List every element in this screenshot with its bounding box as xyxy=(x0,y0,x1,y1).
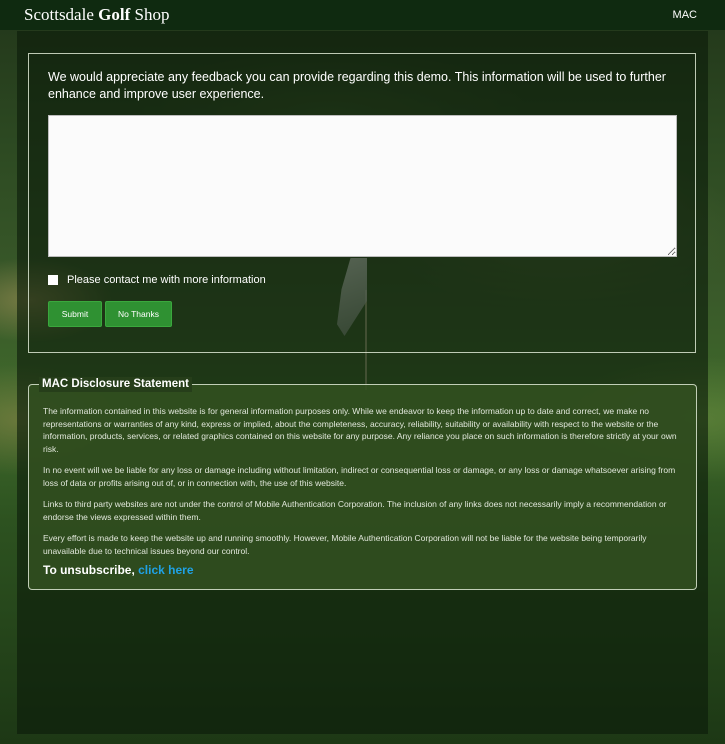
unsubscribe-line: To unsubscribe, click here xyxy=(43,563,194,577)
disclosure-title: MAC Disclosure Statement xyxy=(39,377,192,392)
logo-text-bold: Golf xyxy=(98,5,131,24)
logo-text-part-2: Shop xyxy=(130,5,170,24)
logo-text-part-1: Scottsdale xyxy=(24,5,99,24)
contact-me-row[interactable]: Please contact me with more information xyxy=(48,274,266,286)
unsubscribe-text: To unsubscribe, xyxy=(43,563,139,577)
unsubscribe-link[interactable]: click here xyxy=(138,563,193,577)
feedback-form: We would appreciate any feedback you can… xyxy=(28,53,696,353)
disclosure-body: The information contained in this websit… xyxy=(43,405,683,566)
feedback-textarea[interactable] xyxy=(48,115,677,257)
disclosure-paragraph: Every effort is made to keep the website… xyxy=(43,533,647,556)
contact-me-label[interactable]: Please contact me with more information xyxy=(67,274,266,286)
disclosure-paragraph: In no event will we be liable for any lo… xyxy=(43,465,676,488)
disclosure-statement: MAC Disclosure Statement The information… xyxy=(28,377,697,590)
no-thanks-button[interactable]: No Thanks xyxy=(105,301,172,327)
disclosure-paragraph: The information contained in this websit… xyxy=(43,406,677,454)
nav-link-mac[interactable]: MAC xyxy=(673,9,697,21)
feedback-intro-text: We would appreciate any feedback you can… xyxy=(48,70,666,101)
top-header: Scottsdale Golf Shop MAC xyxy=(0,0,725,30)
contact-me-checkbox[interactable] xyxy=(48,275,58,285)
submit-button[interactable]: Submit xyxy=(48,301,102,327)
disclosure-paragraph: Links to third party websites are not un… xyxy=(43,499,667,522)
site-logo[interactable]: Scottsdale Golf Shop xyxy=(24,5,169,25)
